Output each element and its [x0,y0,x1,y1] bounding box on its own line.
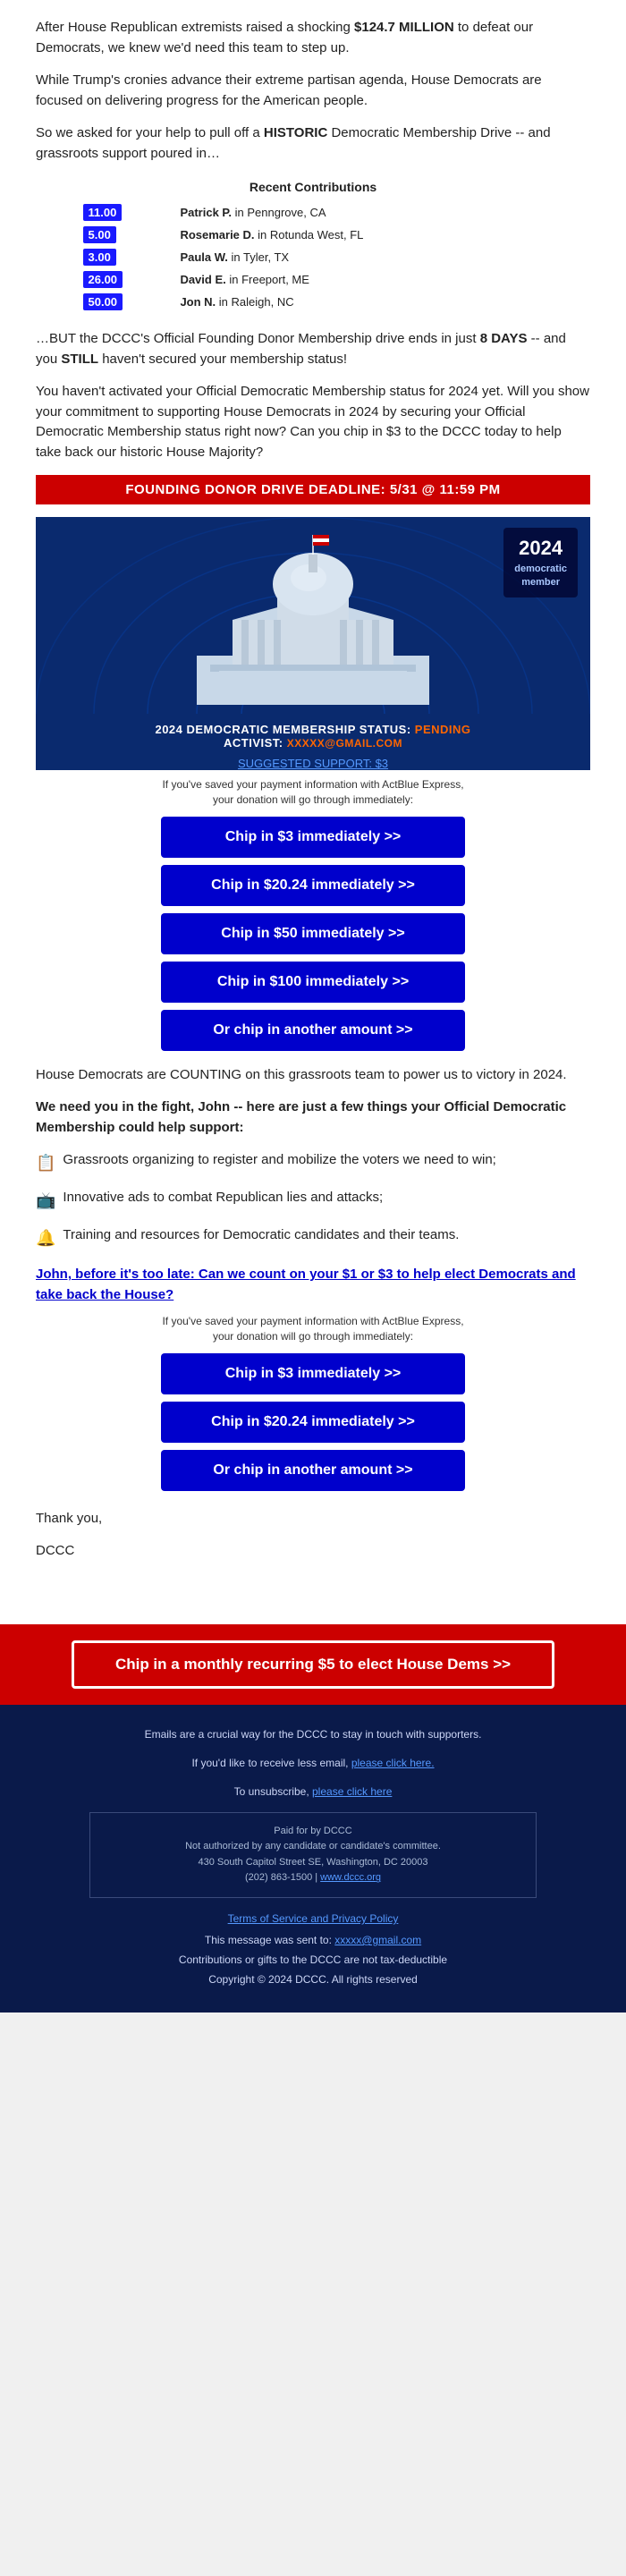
chip-other-btn-1[interactable]: Or chip in another amount >> [161,1010,465,1051]
intro-para3: So we asked for your help to pull off a … [36,123,590,164]
intro-para1-text: After House Republican extremists raised… [36,20,354,35]
footer-website-link[interactable]: www.dccc.org [320,1872,381,1883]
activist-label: ACTIVIST: [224,736,283,750]
badge-line2: member [514,576,567,589]
actblue-note-2: If you've saved your payment information… [36,1314,590,1344]
footer-unsubscribe-link[interactable]: please click here [312,1785,392,1798]
footer-terms: Terms of Service and Privacy Policy [36,1911,590,1927]
footer-unsubscribe-pre: To unsubscribe, [234,1785,312,1798]
chip-other-btn-2[interactable]: Or chip in another amount >> [161,1450,465,1491]
commitment-para: You haven't activated your Official Demo… [36,382,590,462]
footer: Emails are a crucial way for the DCCC to… [0,1705,626,2012]
rc-row: 5.00 Rosemarie D. in Rotunda West, FL [78,224,549,246]
rc-title: Recent Contributions [78,180,549,194]
intro-para2: While Trump's cronies advance their extr… [36,71,590,111]
activist-email: XXXXX@GMAIL.COM [287,737,402,750]
bell-icon: 🔔 [36,1226,55,1250]
bullet-text-0: Grassroots organizing to register and mo… [63,1150,495,1171]
bullet-organizing: 📋 Grassroots organizing to register and … [36,1150,590,1175]
days-bold: 8 DAYS [480,331,528,346]
tv-icon: 📺 [36,1189,55,1213]
bold-support-para: We need you in the fight, John -- here a… [36,1097,590,1138]
rc-row: 50.00 Jon N. in Raleigh, NC [78,291,549,313]
content-body: After House Republican extremists raised… [0,0,626,1606]
deadline-banner: FOUNDING DONOR DRIVE DEADLINE: 5/31 @ 11… [36,475,590,504]
actblue-note-1: If you've saved your payment information… [36,777,590,808]
rc-table: 11.00 Patrick P. in Penngrove, CA 5.00 R… [78,201,549,313]
footer-phone-text: (202) 863-1500 | [245,1872,320,1883]
footer-tax: Contributions or gifts to the DCCC are n… [36,1952,590,1968]
footer-sent-to: This message was sent to: xxxxx@gmail.co… [36,1932,590,1948]
footer-paid: Paid for by DCCC [105,1824,521,1840]
monthly-cta-button[interactable]: Chip in a monthly recurring $5 to elect … [72,1640,554,1689]
footer-sent-pre: This message was sent to: [205,1934,334,1946]
badge-year: 2024 [514,535,567,563]
donation-buttons-section2: Chip in $3 immediately >> Chip in $20.24… [36,1353,590,1491]
bullet-text-2: Training and resources for Democratic ca… [63,1225,459,1246]
membership-status-value: PENDING [415,723,471,736]
chip-2024-btn-1[interactable]: Chip in $20.24 immediately >> [161,865,465,906]
footer-line3: To unsubscribe, please click here [36,1784,590,1800]
cta-link[interactable]: John, before it's too late: Can we count… [36,1265,590,1305]
thanks-line: Thank you, [36,1509,590,1530]
para4-cont2: haven't secured your membership status! [98,352,347,367]
rc-name: David E. in Freeport, ME [174,268,548,291]
capitol-image: 2024 democratic member [36,517,590,714]
rc-name: Jon N. in Raleigh, NC [174,291,548,313]
footer-line2: If you'd like to receive less email, ple… [36,1755,590,1771]
footer-copyright: Copyright © 2024 DCCC. All rights reserv… [36,1971,590,1987]
rc-row: 3.00 Paula W. in Tyler, TX [78,246,549,268]
chip-50-btn-1[interactable]: Chip in $50 immediately >> [161,913,465,954]
footer-not-auth: Not authorized by any candidate or candi… [105,1839,521,1855]
rc-amount: 11.00 [83,204,123,221]
suggested-support-link[interactable]: SUGGESTED SUPPORT: $3 [36,757,590,770]
membership-status-bar: 2024 DEMOCRATIC MEMBERSHIP STATUS: PENDI… [36,714,590,755]
rc-name: Paula W. in Tyler, TX [174,246,548,268]
rc-row: 26.00 David E. in Freeport, ME [78,268,549,291]
footer-sent-email[interactable]: xxxxx@gmail.com [334,1934,421,1946]
clipboard-icon: 📋 [36,1151,55,1175]
historic-bold: HISTORIC [264,125,327,140]
member-badge: 2024 democratic member [503,528,578,597]
chip-3-btn-1[interactable]: Chip in $3 immediately >> [161,817,465,858]
bullet-ads: 📺 Innovative ads to combat Republican li… [36,1188,590,1213]
rc-name: Rosemarie D. in Rotunda West, FL [174,224,548,246]
footer-phone: (202) 863-1500 | www.dccc.org [105,1870,521,1886]
amount-bold: $124.7 MILLION [354,20,454,35]
recent-contributions: Recent Contributions 11.00 Patrick P. in… [78,180,549,313]
membership-para: …BUT the DCCC's Official Founding Donor … [36,329,590,369]
rc-amount: 3.00 [83,249,116,266]
rc-name: Patrick P. in Penngrove, CA [174,201,548,224]
rc-amount: 50.00 [83,293,123,310]
intro-para1: After House Republican extremists raised… [36,18,590,58]
rc-row: 11.00 Patrick P. in Penngrove, CA [78,201,549,224]
footer-terms-link[interactable]: Terms of Service and Privacy Policy [228,1912,399,1925]
para3-pre: So we asked for your help to pull off a [36,125,264,140]
bullet-training: 🔔 Training and resources for Democratic … [36,1225,590,1250]
badge-line1: democratic [514,563,567,576]
footer-line1: Emails are a crucial way for the DCCC to… [36,1726,590,1742]
footer-less-email-pre: If you'd like to receive less email, [191,1757,351,1769]
para4-text: …BUT the DCCC's Official Founding Donor … [36,331,480,346]
still-bold: STILL [61,352,98,367]
rc-amount: 26.00 [83,271,123,288]
membership-status-label: 2024 DEMOCRATIC MEMBERSHIP STATUS: [155,723,410,736]
rc-amount: 5.00 [83,226,116,243]
bullet-text-1: Innovative ads to combat Republican lies… [63,1188,383,1208]
footer-legal-box: Paid for by DCCC Not authorized by any c… [89,1812,537,1898]
chip-3-btn-2[interactable]: Chip in $3 immediately >> [161,1353,465,1394]
chip-2024-btn-2[interactable]: Chip in $20.24 immediately >> [161,1402,465,1443]
footer-address: 430 South Capitol Street SE, Washington,… [105,1855,521,1871]
signature: DCCC [36,1541,590,1562]
capitol-section: 2024 democratic member [36,517,590,770]
monthly-cta-section: Chip in a monthly recurring $5 to elect … [0,1624,626,1705]
counting-para: House Democrats are COUNTING on this gra… [36,1065,590,1086]
donation-buttons-section1: Chip in $3 immediately >> Chip in $20.24… [36,817,590,1051]
email-container: After House Republican extremists raised… [0,0,626,2012]
chip-100-btn-1[interactable]: Chip in $100 immediately >> [161,962,465,1003]
footer-less-email-link[interactable]: please click here. [351,1757,435,1769]
